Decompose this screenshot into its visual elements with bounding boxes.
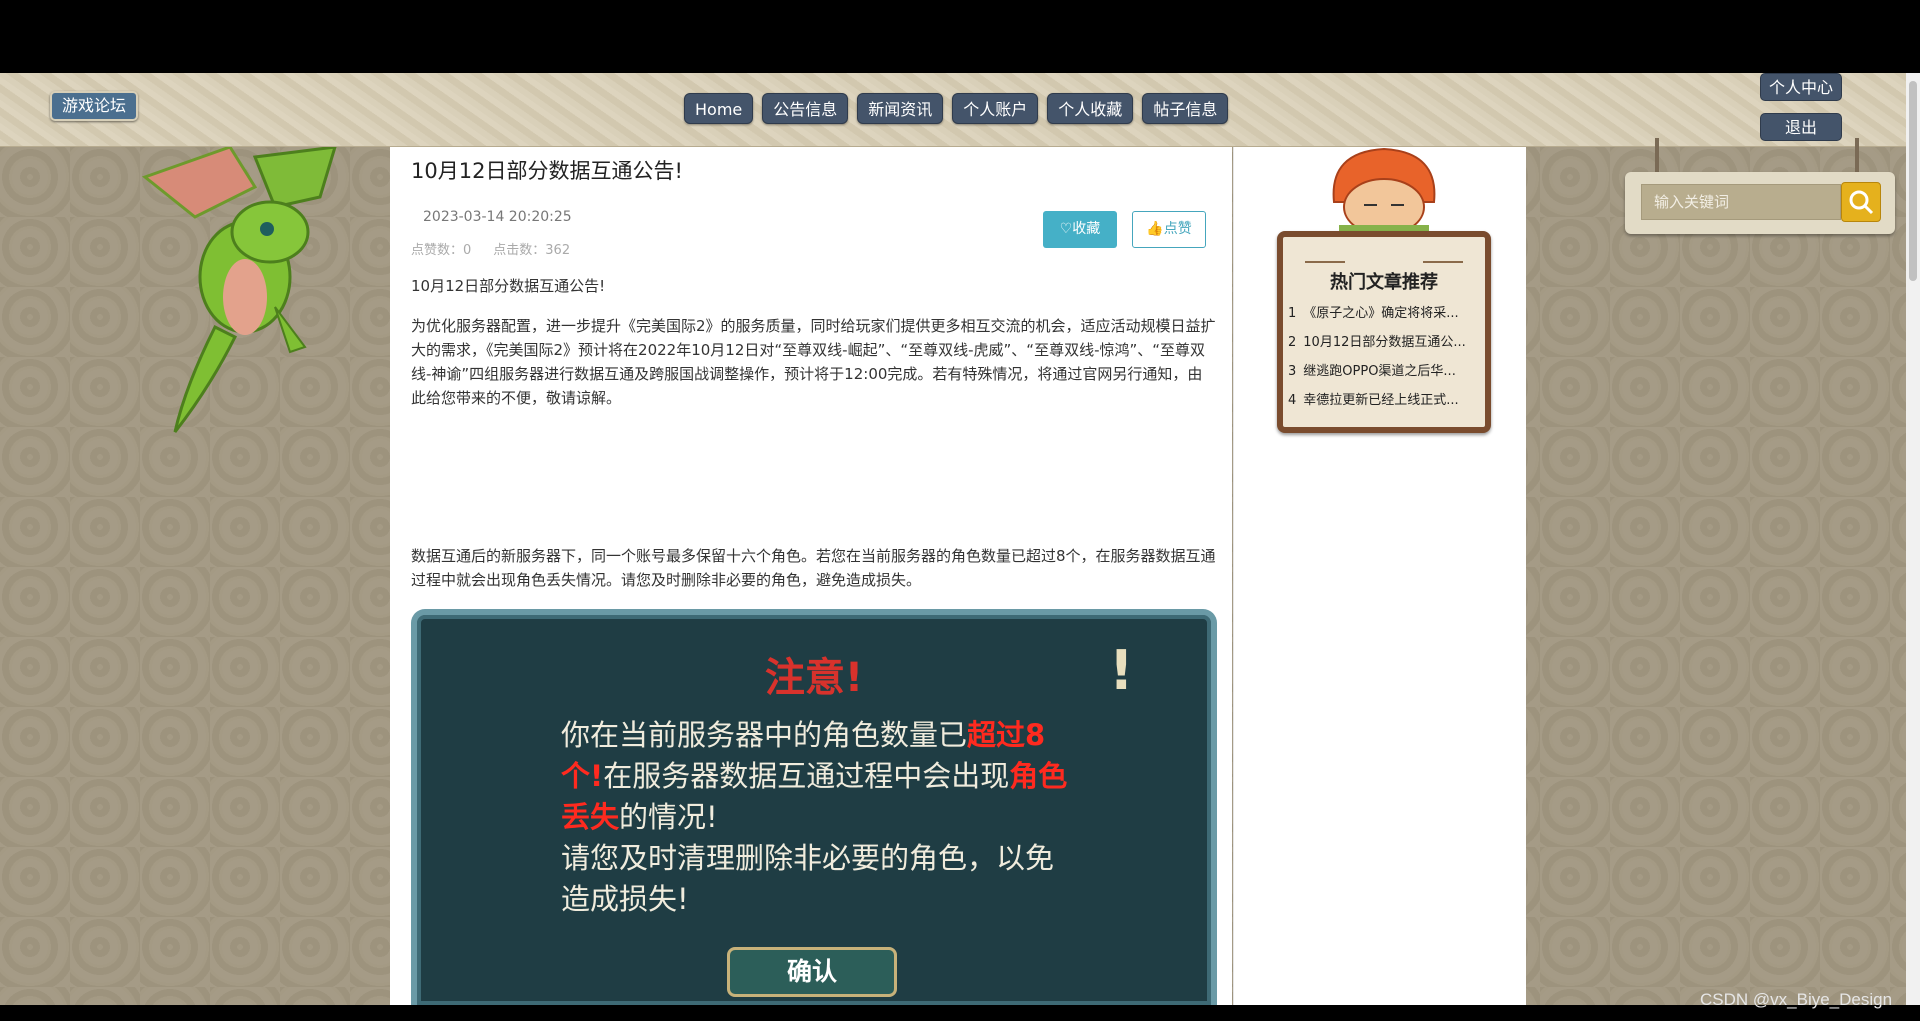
search-input[interactable] [1641,184,1841,220]
nav-favorites[interactable]: 个人收藏 [1047,93,1134,124]
hot-article-item[interactable]: 4 幸德拉更新已经上线正式... [1288,386,1484,415]
notice-text: 你在当前服务器中的角色数量已 [561,718,968,752]
board-decoration [1423,261,1463,263]
nav-news[interactable]: 新闻资讯 [857,93,944,124]
article-panel: 10月12日部分数据互通公告! 2023-03-14 20:20:25 点赞数：… [390,147,1232,1005]
site-header: 游戏论坛 Home 公告信息 新闻资讯 个人账户 个人收藏 帖子信息 个人中心 … [0,73,1920,147]
article-paragraph: 为优化服务器配置，进一步提升《完美国际2》的服务质量，同时给玩家们提供更多相互交… [411,317,1216,407]
like-count: 点赞数：0 [411,243,472,258]
article-paragraph: 10月12日部分数据互通公告! [411,277,606,295]
exclamation-icon: ! [1109,639,1134,702]
site-logo-button[interactable]: 游戏论坛 [50,91,139,121]
thumbs-up-icon: 👍 [1146,221,1164,237]
click-count: 点击数：362 [493,243,571,258]
article-paragraph: 数据互通后的新服务器下，同一个账号最多保留十六个角色。若您在当前服务器的角色数量… [411,547,1216,589]
article-title: 10月12日部分数据互通公告! [411,159,683,183]
page-scrollbar[interactable] [1906,73,1920,1005]
user-center-button[interactable]: 个人中心 [1760,73,1843,101]
mascot-illustration [1332,147,1436,242]
hot-articles-title: 热门文章推荐 [1330,272,1438,293]
sidebar-panel: 热门文章推荐 1 《原子之心》确定将将采... 2 10月12日部分数据互通公...… [1233,147,1526,1005]
main-nav: Home 公告信息 新闻资讯 个人账户 个人收藏 帖子信息 [684,93,1229,124]
scrollbar-thumb[interactable] [1909,81,1917,281]
hot-article-item[interactable]: 3 继逃跑OPPO渠道之后华... [1288,357,1484,386]
search-icon [1849,190,1874,215]
watermark-text: CSDN @vx_Biye_Design [1700,990,1893,1009]
notice-text: 的情况! [619,800,718,834]
notice-confirm-button: 确认 [727,947,897,997]
collect-button[interactable]: ♡收藏 [1043,211,1117,248]
nav-posts[interactable]: 帖子信息 [1142,93,1229,124]
notice-text: 请您及时清理删除非必要的角色，以免造成损失! [561,841,1055,916]
nav-announcements[interactable]: 公告信息 [762,93,849,124]
nav-home[interactable]: Home [684,93,754,124]
like-button-label: 点赞 [1163,221,1192,237]
article-date: 2023-03-14 20:20:25 [423,209,572,225]
nav-account[interactable]: 个人账户 [952,93,1039,124]
hot-article-item[interactable]: 2 10月12日部分数据互通公... [1288,328,1484,357]
dragon-illustration [141,147,337,433]
hot-articles-list: 1 《原子之心》确定将将采... 2 10月12日部分数据互通公... 3 继逃跑OP… [1288,299,1484,415]
hot-article-item[interactable]: 1 《原子之心》确定将将采... [1288,299,1484,328]
logout-button[interactable]: 退出 [1760,113,1842,141]
notice-body: 你在当前服务器中的角色数量已超过8个!在服务器数据互通过程中会出现角色丢失的情况… [561,715,1081,920]
notice-image: 注意! ! 你在当前服务器中的角色数量已超过8个!在服务器数据互通过程中会出现角… [411,609,1217,1005]
search-button[interactable] [1841,182,1881,222]
like-button[interactable]: 👍点赞 [1132,211,1206,248]
screen: 游戏论坛 Home 公告信息 新闻资讯 个人账户 个人收藏 帖子信息 个人中心 … [0,0,1920,1021]
search-board [1625,172,1895,234]
article-stats: 点赞数：0 点击数：362 [411,239,570,258]
hot-articles-board: 热门文章推荐 1 《原子之心》确定将将采... 2 10月12日部分数据互通公...… [1277,231,1491,433]
board-decoration [1305,261,1345,263]
notice-text: 在服务器数据互通过程中会出现 [603,759,1010,793]
notice-title: 注意! [764,655,864,701]
